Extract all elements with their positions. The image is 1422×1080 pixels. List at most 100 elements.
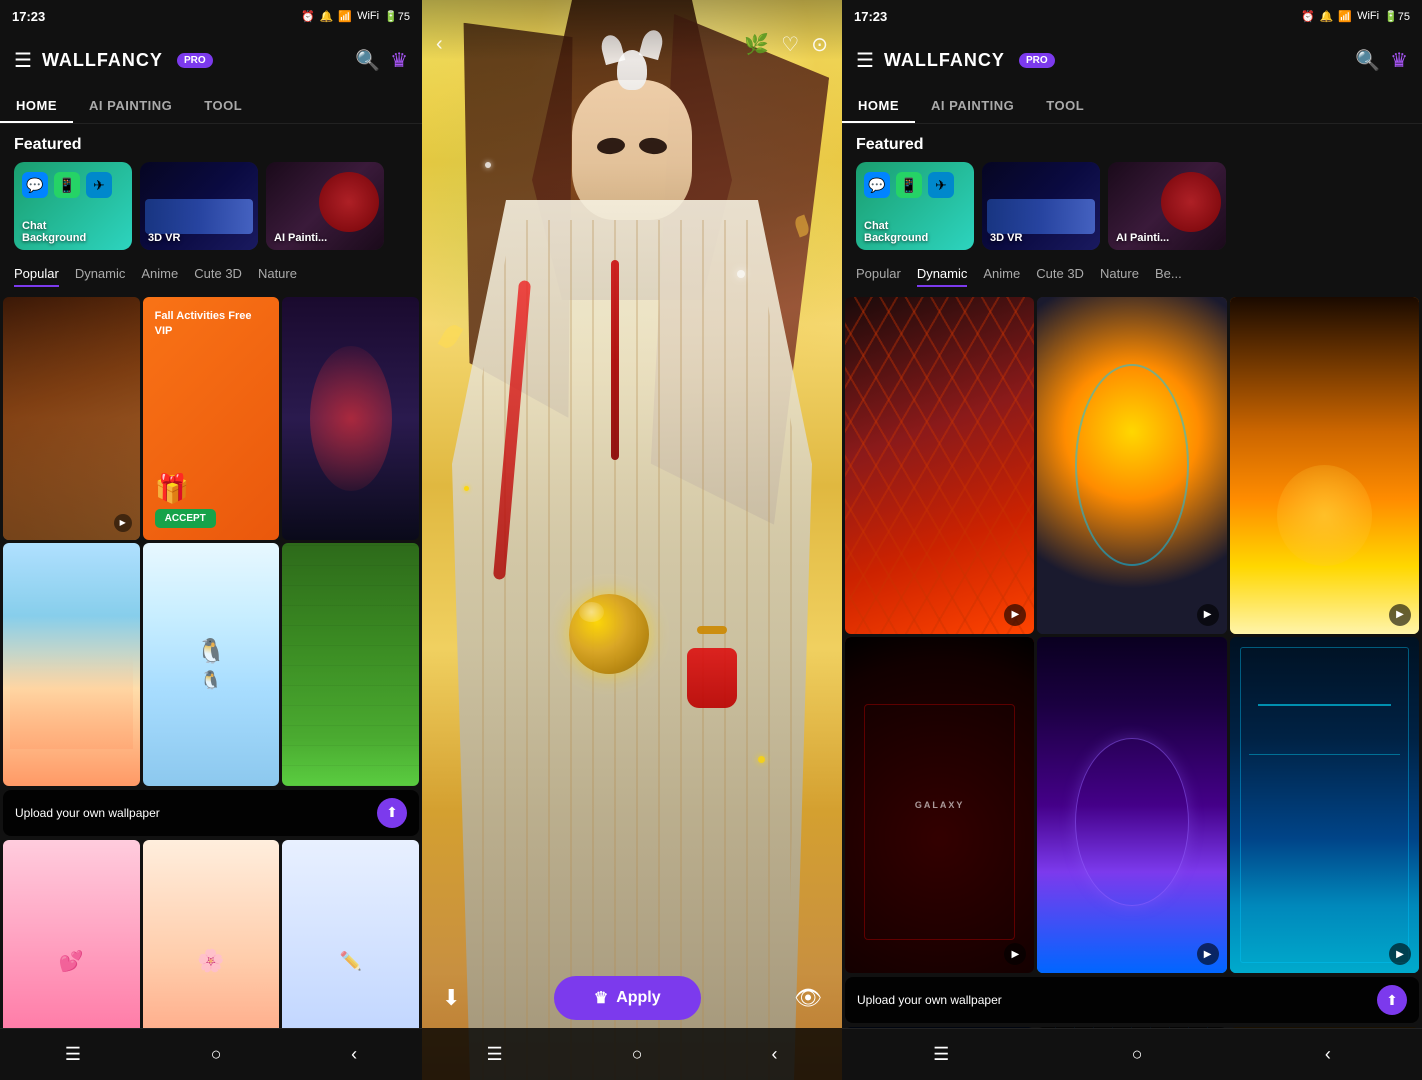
upload-banner-left[interactable]: Upload your own wallpaper ⬆: [3, 790, 419, 836]
telegram-icon-right: ✈: [928, 172, 954, 198]
crown-icon-right[interactable]: ♛: [1390, 48, 1408, 73]
hamburger-icon-left[interactable]: ☰: [14, 48, 32, 73]
whatsapp-icon-right: 📱: [896, 172, 922, 198]
featured-card-chat-bg-right[interactable]: 💬 📱 ✈ ChatBackground: [856, 162, 974, 250]
wallpaper-thumb-8[interactable]: 🌸: [143, 840, 280, 1028]
featured-row-left: 💬 📱 ✈ ChatBackground 3D VR AI Painti...: [0, 162, 422, 262]
filter-tabs-right: Popular Dynamic Anime Cute 3D Nature Be.…: [842, 262, 1422, 297]
wallpaper-thumb-4[interactable]: [3, 543, 140, 786]
filter-dynamic-right[interactable]: Dynamic: [917, 266, 968, 287]
upload-banner-right[interactable]: Upload your own wallpaper ⬆: [845, 977, 1419, 1023]
dynamic-thumb-4[interactable]: GALAXY ▶: [845, 637, 1034, 974]
upload-button-left[interactable]: ⬆: [377, 798, 407, 828]
viewer-background: [422, 0, 842, 1080]
viewer-bottom-nav: ☰ ○ ‹: [422, 1028, 842, 1080]
filter-cute3d-right[interactable]: Cute 3D: [1036, 266, 1084, 287]
tab-ai-painting-left[interactable]: AI PAINTING: [73, 88, 188, 123]
signal-icon-right: 📶: [1338, 10, 1352, 23]
viewer-share-icon[interactable]: ⊙: [811, 32, 828, 57]
hamburger-icon-right[interactable]: ☰: [856, 48, 874, 73]
viewer-back-icon[interactable]: ‹: [436, 33, 443, 56]
dynamic-thumb-1[interactable]: ▶: [845, 297, 1034, 634]
play-icon-1: ▶: [1004, 604, 1026, 626]
scroll-content-left: Featured 💬 📱 ✈ ChatBackground 3D VR: [0, 124, 422, 1028]
dynamic-thumb-3[interactable]: ▶: [1230, 297, 1419, 634]
tab-tool-right[interactable]: TOOL: [1030, 88, 1100, 123]
filter-popular-right[interactable]: Popular: [856, 266, 901, 287]
search-icon-right[interactable]: 🔍: [1355, 48, 1380, 73]
search-icon-left[interactable]: 🔍: [355, 48, 380, 73]
crown-icon-left[interactable]: ♛: [390, 48, 408, 73]
filter-anime-left[interactable]: Anime: [141, 266, 178, 287]
bottom-back-left[interactable]: ‹: [351, 1044, 357, 1065]
featured-row-right: 💬 📱 ✈ ChatBackground 3D VR AI Painti...: [842, 162, 1422, 262]
tab-home-right[interactable]: HOME: [842, 88, 915, 123]
ai-label-right: AI Painti...: [1116, 232, 1169, 244]
upload-button-right[interactable]: ⬆: [1377, 985, 1407, 1015]
wallpaper-grid-left-2: 💕 Lovely baby 🌸 ✏️ Judy: [0, 840, 422, 1028]
bottom-menu-left[interactable]: ☰: [65, 1044, 81, 1065]
bottom-home-right[interactable]: ○: [1132, 1044, 1143, 1065]
promo-card[interactable]: Fall Activities Free VIP 🎁 ACCEPT: [143, 297, 280, 540]
vr-label-right: 3D VR: [990, 232, 1022, 244]
filter-nature-right[interactable]: Nature: [1100, 266, 1139, 287]
messenger-icon-right: 💬: [864, 172, 890, 198]
featured-title-right: Featured: [842, 124, 1422, 162]
tab-tool-left[interactable]: TOOL: [188, 88, 258, 123]
filter-anime-right[interactable]: Anime: [983, 266, 1020, 287]
wallpaper-grid-left: ▶ Fall Activities Free VIP 🎁 ACCEPT 🐧🐧: [0, 297, 422, 786]
filter-cute3d-left[interactable]: Cute 3D: [194, 266, 242, 287]
wallpaper-thumb-3[interactable]: [282, 297, 419, 540]
tab-home-left[interactable]: HOME: [0, 88, 73, 123]
wallpaper-thumb-9[interactable]: ✏️ Judy: [282, 840, 419, 1028]
apply-button[interactable]: ♛ Apply: [554, 976, 701, 1020]
app-logo-right: WALLFANCY: [884, 50, 1005, 71]
wallpaper-thumb-7[interactable]: 💕 Lovely baby: [3, 840, 140, 1028]
filter-be-right[interactable]: Be...: [1155, 266, 1182, 287]
tab-ai-painting-right[interactable]: AI PAINTING: [915, 88, 1030, 123]
featured-title-left: Featured: [0, 124, 422, 162]
notification-icon-right: 🔔: [1320, 10, 1334, 23]
upload-banner-text-left: Upload your own wallpaper: [15, 806, 160, 820]
whatsapp-icon: 📱: [54, 172, 80, 198]
alarm-icon: ⏰: [301, 10, 315, 23]
wallpaper-thumb-1[interactable]: ▶: [3, 297, 140, 540]
wallpaper-thumb-6[interactable]: [282, 543, 419, 786]
status-bar-left: 17:23 ⏰ 🔔 📶 WiFi 🔋75: [0, 0, 422, 32]
featured-card-chat-bg[interactable]: 💬 📱 ✈ ChatBackground: [14, 162, 132, 250]
chat-bg-label: ChatBackground: [22, 220, 86, 244]
featured-card-3dvr-right[interactable]: 3D VR: [982, 162, 1100, 250]
status-time-right: 17:23: [854, 9, 887, 24]
bottom-menu-viewer[interactable]: ☰: [486, 1044, 502, 1065]
dynamic-thumb-6[interactable]: ▶: [1230, 637, 1419, 974]
featured-card-3dvr[interactable]: 3D VR: [140, 162, 258, 250]
featured-card-ai-right[interactable]: AI Painti...: [1108, 162, 1226, 250]
filter-dynamic-left[interactable]: Dynamic: [75, 266, 126, 287]
bottom-back-right[interactable]: ‹: [1325, 1044, 1331, 1065]
viewer-preview-icon[interactable]: 👁: [794, 985, 822, 1011]
bottom-nav-left: ☰ ○ ‹: [0, 1028, 422, 1080]
battery-icon-right: 🔋75: [1384, 10, 1410, 23]
dynamic-thumb-8[interactable]: [1037, 1027, 1226, 1028]
viewer-tree-icon[interactable]: 🌿: [744, 32, 769, 57]
featured-card-ai[interactable]: AI Painti...: [266, 162, 384, 250]
dynamic-thumb-2[interactable]: ▶: [1037, 297, 1226, 634]
apply-crown-icon: ♛: [594, 988, 608, 1008]
status-icons-right: ⏰ 🔔 📶 WiFi 🔋75: [1301, 10, 1410, 23]
viewer-download-icon[interactable]: ⬇: [442, 985, 460, 1011]
dynamic-thumb-9[interactable]: ⚙ ⚙: [1230, 1027, 1419, 1028]
play-icon-2: ▶: [1197, 604, 1219, 626]
bottom-menu-right[interactable]: ☰: [933, 1044, 949, 1065]
scroll-content-right: Featured 💬 📱 ✈ ChatBackground 3D VR: [842, 124, 1422, 1028]
wallpaper-thumb-5[interactable]: 🐧🐧: [143, 543, 280, 786]
promo-accept-button[interactable]: ACCEPT: [155, 509, 216, 528]
filter-nature-left[interactable]: Nature: [258, 266, 297, 287]
filter-popular-left[interactable]: Popular: [14, 266, 59, 287]
bottom-home-viewer[interactable]: ○: [632, 1044, 643, 1065]
bottom-home-left[interactable]: ○: [211, 1044, 222, 1065]
status-icons-left: ⏰ 🔔 📶 WiFi 🔋75: [301, 10, 410, 23]
viewer-heart-icon[interactable]: ♡: [781, 32, 799, 57]
dynamic-thumb-5[interactable]: ▶: [1037, 637, 1226, 974]
dynamic-thumb-7[interactable]: [845, 1027, 1034, 1028]
bottom-back-viewer[interactable]: ‹: [771, 1044, 777, 1065]
